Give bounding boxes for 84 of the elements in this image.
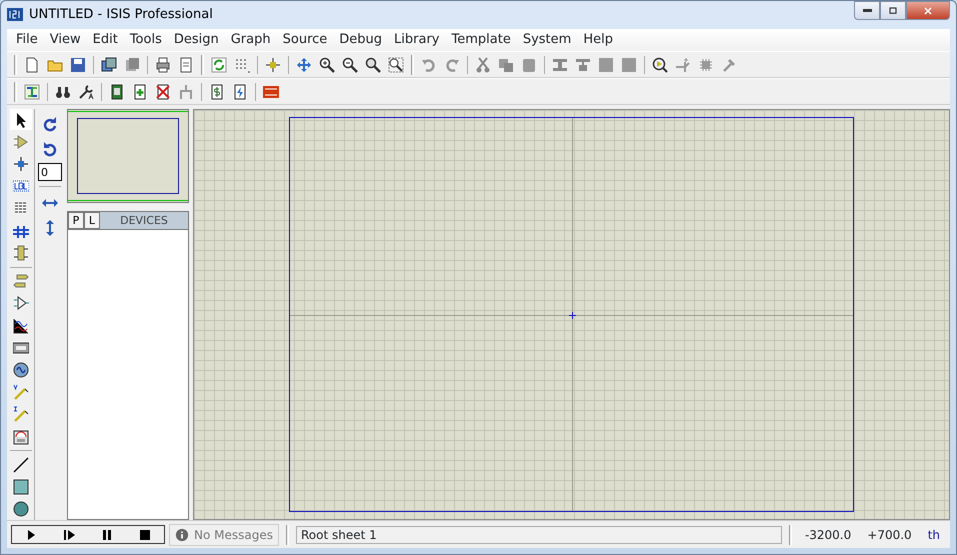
printer-icon bbox=[155, 56, 171, 72]
undo-icon bbox=[421, 56, 437, 72]
copy-icon bbox=[498, 56, 514, 72]
menu-item[interactable]: Design bbox=[168, 30, 225, 50]
multi-window-icon bbox=[101, 56, 117, 72]
menu-item[interactable]: Debug bbox=[333, 30, 388, 50]
zoom-out-icon bbox=[342, 56, 358, 72]
circle-icon bbox=[12, 501, 28, 518]
label-icon bbox=[12, 178, 28, 194]
crosshair-icon bbox=[265, 56, 281, 72]
search-component-icon bbox=[652, 56, 668, 72]
new-file-icon bbox=[24, 56, 40, 72]
menu-item[interactable]: Graph bbox=[224, 30, 277, 50]
voltage-probe-icon bbox=[12, 384, 28, 400]
menu-item[interactable]: Library bbox=[388, 30, 446, 50]
pages-icon bbox=[124, 56, 140, 72]
pointer-button[interactable] bbox=[10, 109, 32, 130]
device-tab[interactable]: P bbox=[68, 212, 84, 229]
block-icon bbox=[598, 56, 614, 72]
close-icon bbox=[922, 4, 934, 16]
hierarchy-icon bbox=[178, 84, 194, 100]
grid-icon bbox=[234, 56, 250, 72]
zoom-in-icon bbox=[319, 56, 335, 72]
zoom-area-icon bbox=[388, 56, 404, 72]
rotate-clockwise-icon bbox=[42, 116, 58, 132]
box-icon bbox=[12, 479, 28, 496]
info-icon bbox=[175, 528, 189, 542]
block-icon bbox=[621, 56, 637, 72]
redo-icon bbox=[444, 56, 460, 72]
graph-icon bbox=[12, 318, 28, 334]
block-copy-icon bbox=[552, 56, 568, 72]
rotate-anticlockwise-icon bbox=[42, 141, 58, 157]
menu-item[interactable]: Edit bbox=[86, 30, 124, 50]
menu-item[interactable]: Source bbox=[276, 30, 334, 50]
app-icon bbox=[7, 7, 23, 23]
minimize-icon bbox=[862, 9, 872, 12]
subcircuit-icon bbox=[12, 244, 28, 261]
tape-icon bbox=[12, 340, 28, 356]
chip-icon bbox=[698, 56, 714, 72]
generator-icon bbox=[12, 362, 28, 378]
clipboard-icon bbox=[521, 56, 537, 72]
maximize-icon bbox=[887, 4, 899, 16]
maximize-button[interactable] bbox=[880, 1, 906, 20]
sheet-name: Root sheet 1 bbox=[296, 526, 782, 544]
menu-item[interactable]: Template bbox=[446, 30, 517, 50]
document-icon bbox=[178, 56, 194, 72]
lightning-document-icon bbox=[232, 84, 248, 100]
pin-icon bbox=[12, 295, 28, 312]
terminal-icon bbox=[12, 273, 28, 290]
refresh-icon bbox=[211, 56, 227, 72]
device-tab[interactable]: L bbox=[84, 212, 100, 229]
bill-icon bbox=[209, 84, 225, 100]
y-coordinate: +700.0 bbox=[866, 526, 913, 544]
netlist-icon bbox=[24, 84, 40, 100]
move-icon bbox=[296, 56, 312, 72]
board-icon bbox=[109, 84, 125, 100]
message-status: No Messages bbox=[194, 526, 273, 544]
menu-item[interactable]: Help bbox=[577, 30, 619, 50]
wire-plus-icon bbox=[675, 56, 691, 72]
new-sheet-icon bbox=[132, 84, 148, 100]
save-icon bbox=[70, 56, 86, 72]
devices-title: DEVICES bbox=[119, 213, 169, 229]
meter-icon bbox=[12, 428, 28, 445]
block-move-icon bbox=[575, 56, 591, 72]
menu-item[interactable]: View bbox=[44, 30, 87, 50]
zoom-icon bbox=[365, 56, 381, 72]
minimize-button[interactable] bbox=[854, 1, 880, 20]
component-icon bbox=[12, 134, 28, 150]
menu-item[interactable]: File bbox=[10, 30, 44, 50]
line-icon bbox=[12, 456, 28, 473]
window-title: UNTITLED - ISIS Professional bbox=[29, 6, 213, 24]
units-label: th bbox=[926, 526, 941, 544]
rotation-field[interactable]: 0 bbox=[38, 163, 62, 181]
delete-sheet-icon bbox=[155, 84, 171, 100]
x-coordinate: -3200.0 bbox=[804, 526, 852, 544]
wrench-icon bbox=[78, 84, 94, 100]
origin-icon bbox=[568, 312, 576, 318]
junction-icon bbox=[12, 156, 28, 172]
scissors-icon bbox=[475, 56, 491, 72]
close-button[interactable] bbox=[906, 1, 950, 20]
menu-item[interactable]: Tools bbox=[124, 30, 168, 50]
current-probe-icon bbox=[12, 406, 28, 422]
menu-item[interactable]: System bbox=[516, 30, 578, 50]
hammer-icon bbox=[721, 56, 737, 72]
